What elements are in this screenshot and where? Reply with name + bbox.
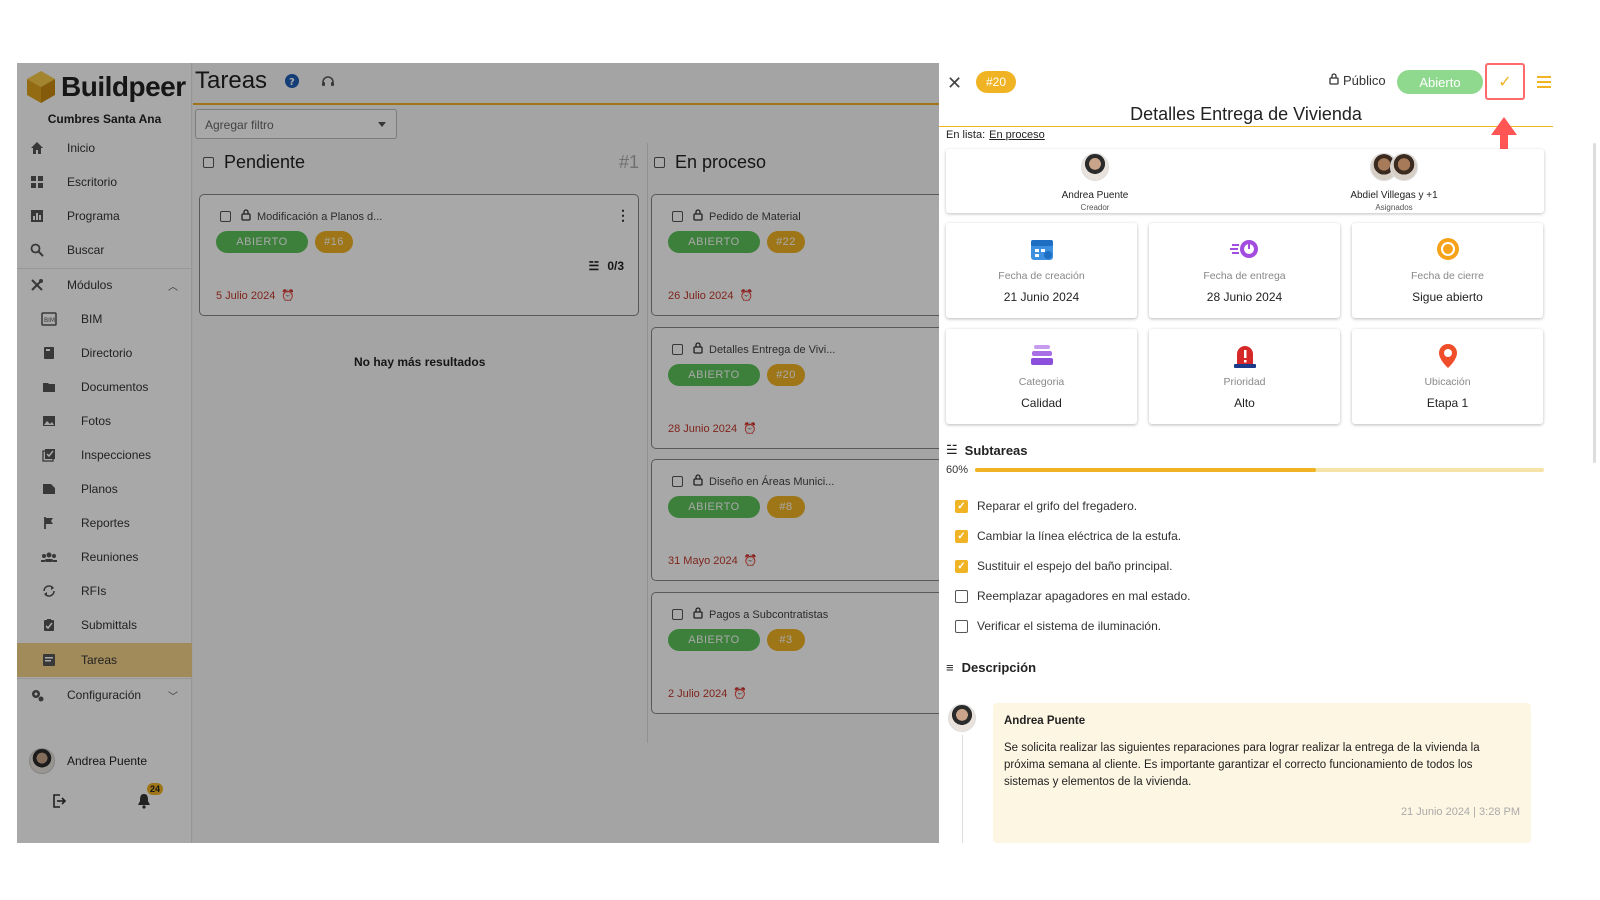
calendar-icon <box>946 236 1137 262</box>
progress-percent: 60% <box>946 464 969 476</box>
description-lines-icon: ≡ <box>946 660 954 675</box>
assignees-role: Asignados <box>1375 203 1413 212</box>
panel-scrollbar[interactable] <box>1593 143 1596 463</box>
info-value: 28 Junio 2024 <box>1206 290 1283 304</box>
people-card: Andrea Puente Creador Abdiel Villegas y … <box>946 149 1544 213</box>
info-label: Fecha de cierre <box>1411 270 1484 282</box>
subtask-item[interactable]: ✓ Reparar el grifo del fregadero. <box>955 499 1137 513</box>
subtask-checkbox[interactable] <box>955 589 968 603</box>
title-underline <box>939 126 1553 127</box>
info-value: Sigue abierto <box>1412 290 1483 304</box>
description-header: ≡ Descripción <box>946 660 1036 675</box>
info-card-due-date[interactable]: Fecha de entrega 28 Junio 2024 <box>1149 223 1340 318</box>
close-icon[interactable]: ✕ <box>947 73 962 94</box>
sun-icon <box>1352 236 1543 262</box>
comment-author: Andrea Puente <box>1004 715 1086 727</box>
task-detail-panel: ✕ #20 Público Abierto ✓ Detalles Entrega… <box>939 63 1600 843</box>
subtasks-title: Subtareas <box>964 442 1028 458</box>
subtask-text: Reparar el grifo del fregadero. <box>977 499 1138 513</box>
list-link[interactable]: En proceso <box>989 129 1045 141</box>
subtask-checkbox[interactable]: ✓ <box>955 499 968 513</box>
modal-backdrop[interactable] <box>17 63 939 843</box>
menu-icon[interactable] <box>1537 76 1551 91</box>
location-pin-icon <box>1352 342 1543 368</box>
status-badge[interactable]: Abierto <box>1397 70 1483 94</box>
thread-line <box>962 735 963 843</box>
complete-task-button[interactable]: ✓ <box>1485 63 1525 100</box>
app-window: Buildpeer Cumbres Santa Ana Inicio Escri… <box>17 63 1600 843</box>
avatar <box>1081 153 1109 181</box>
subtask-text: Verificar el sistema de iluminación. <box>977 619 1162 633</box>
info-label: Fecha de entrega <box>1203 270 1286 282</box>
visibility-toggle[interactable]: Público <box>1329 73 1386 88</box>
info-card-category[interactable]: Categoria Calidad <box>946 329 1137 424</box>
info-label: Fecha de creación <box>998 270 1085 282</box>
layers-icon <box>946 342 1137 368</box>
info-value: Calidad <box>1021 396 1062 410</box>
info-label: Categoria <box>1018 376 1065 388</box>
info-value: Alto <box>1234 396 1255 410</box>
description-comment: Andrea Puente Se solicita realizar las s… <box>993 703 1531 843</box>
alarm-icon <box>1149 342 1340 368</box>
subtask-checkbox[interactable]: ✓ <box>955 559 968 573</box>
check-icon: ✓ <box>1498 73 1512 91</box>
info-card-location[interactable]: Ubicación Etapa 1 <box>1352 329 1543 424</box>
creator[interactable]: Andrea Puente Creador <box>995 153 1195 212</box>
comment-date: 21 Junio 2024 | 3:28 PM <box>1400 806 1520 818</box>
subtask-item[interactable]: ✓ Cambiar la línea eléctrica de la estuf… <box>955 529 1181 543</box>
timer-icon <box>1149 236 1340 262</box>
progress-fill <box>975 468 1317 472</box>
subtasks-progress-bar <box>975 468 1544 472</box>
subtask-item[interactable]: ✓ Sustituir el espejo del baño principal… <box>955 559 1172 573</box>
subtask-item[interactable]: Verificar el sistema de iluminación. <box>955 619 1161 633</box>
info-card-close-date: Fecha de cierre Sigue abierto <box>1352 223 1543 318</box>
info-label: Prioridad <box>1223 376 1266 388</box>
avatar <box>1390 153 1418 181</box>
info-card-creation-date: Fecha de creación 21 Junio 2024 <box>946 223 1137 318</box>
info-value: 21 Junio 2024 <box>1003 290 1080 304</box>
description-title: Descripción <box>961 660 1037 675</box>
creator-role: Creador <box>1080 203 1110 212</box>
assignees[interactable]: Abdiel Villegas y +1 Asignados <box>1294 153 1494 212</box>
subtask-text: Sustituir el espejo del baño principal. <box>977 559 1173 573</box>
subtasks-header: ☱ Subtareas <box>946 442 1028 458</box>
list-label: En lista: <box>946 129 986 141</box>
visibility-label: Público <box>1343 73 1386 88</box>
task-detail-title: Detalles Entrega de Vivienda <box>1130 104 1362 124</box>
subtask-item[interactable]: Reemplazar apagadores en mal estado. <box>955 589 1190 603</box>
info-label: Ubicación <box>1424 376 1471 388</box>
info-value: Etapa 1 <box>1426 396 1469 410</box>
subtask-list-icon: ☱ <box>946 442 958 457</box>
subtask-text: Reemplazar apagadores en mal estado. <box>977 589 1191 603</box>
subtask-checkbox[interactable]: ✓ <box>955 529 968 543</box>
creator-name: Andrea Puente <box>1061 190 1129 201</box>
list-info: En lista: En proceso <box>946 129 1045 141</box>
avatar <box>948 704 976 732</box>
subtask-checkbox[interactable] <box>955 619 968 633</box>
comment-body: Se solicita realizar las siguientes repa… <box>1004 742 1480 788</box>
assignees-name: Abdiel Villegas y +1 <box>1350 190 1438 201</box>
task-id-badge: #20 <box>976 71 1016 93</box>
subtask-text: Cambiar la línea eléctrica de la estufa. <box>977 529 1182 543</box>
lock-icon <box>1329 73 1339 88</box>
info-card-priority[interactable]: Prioridad Alto <box>1149 329 1340 424</box>
